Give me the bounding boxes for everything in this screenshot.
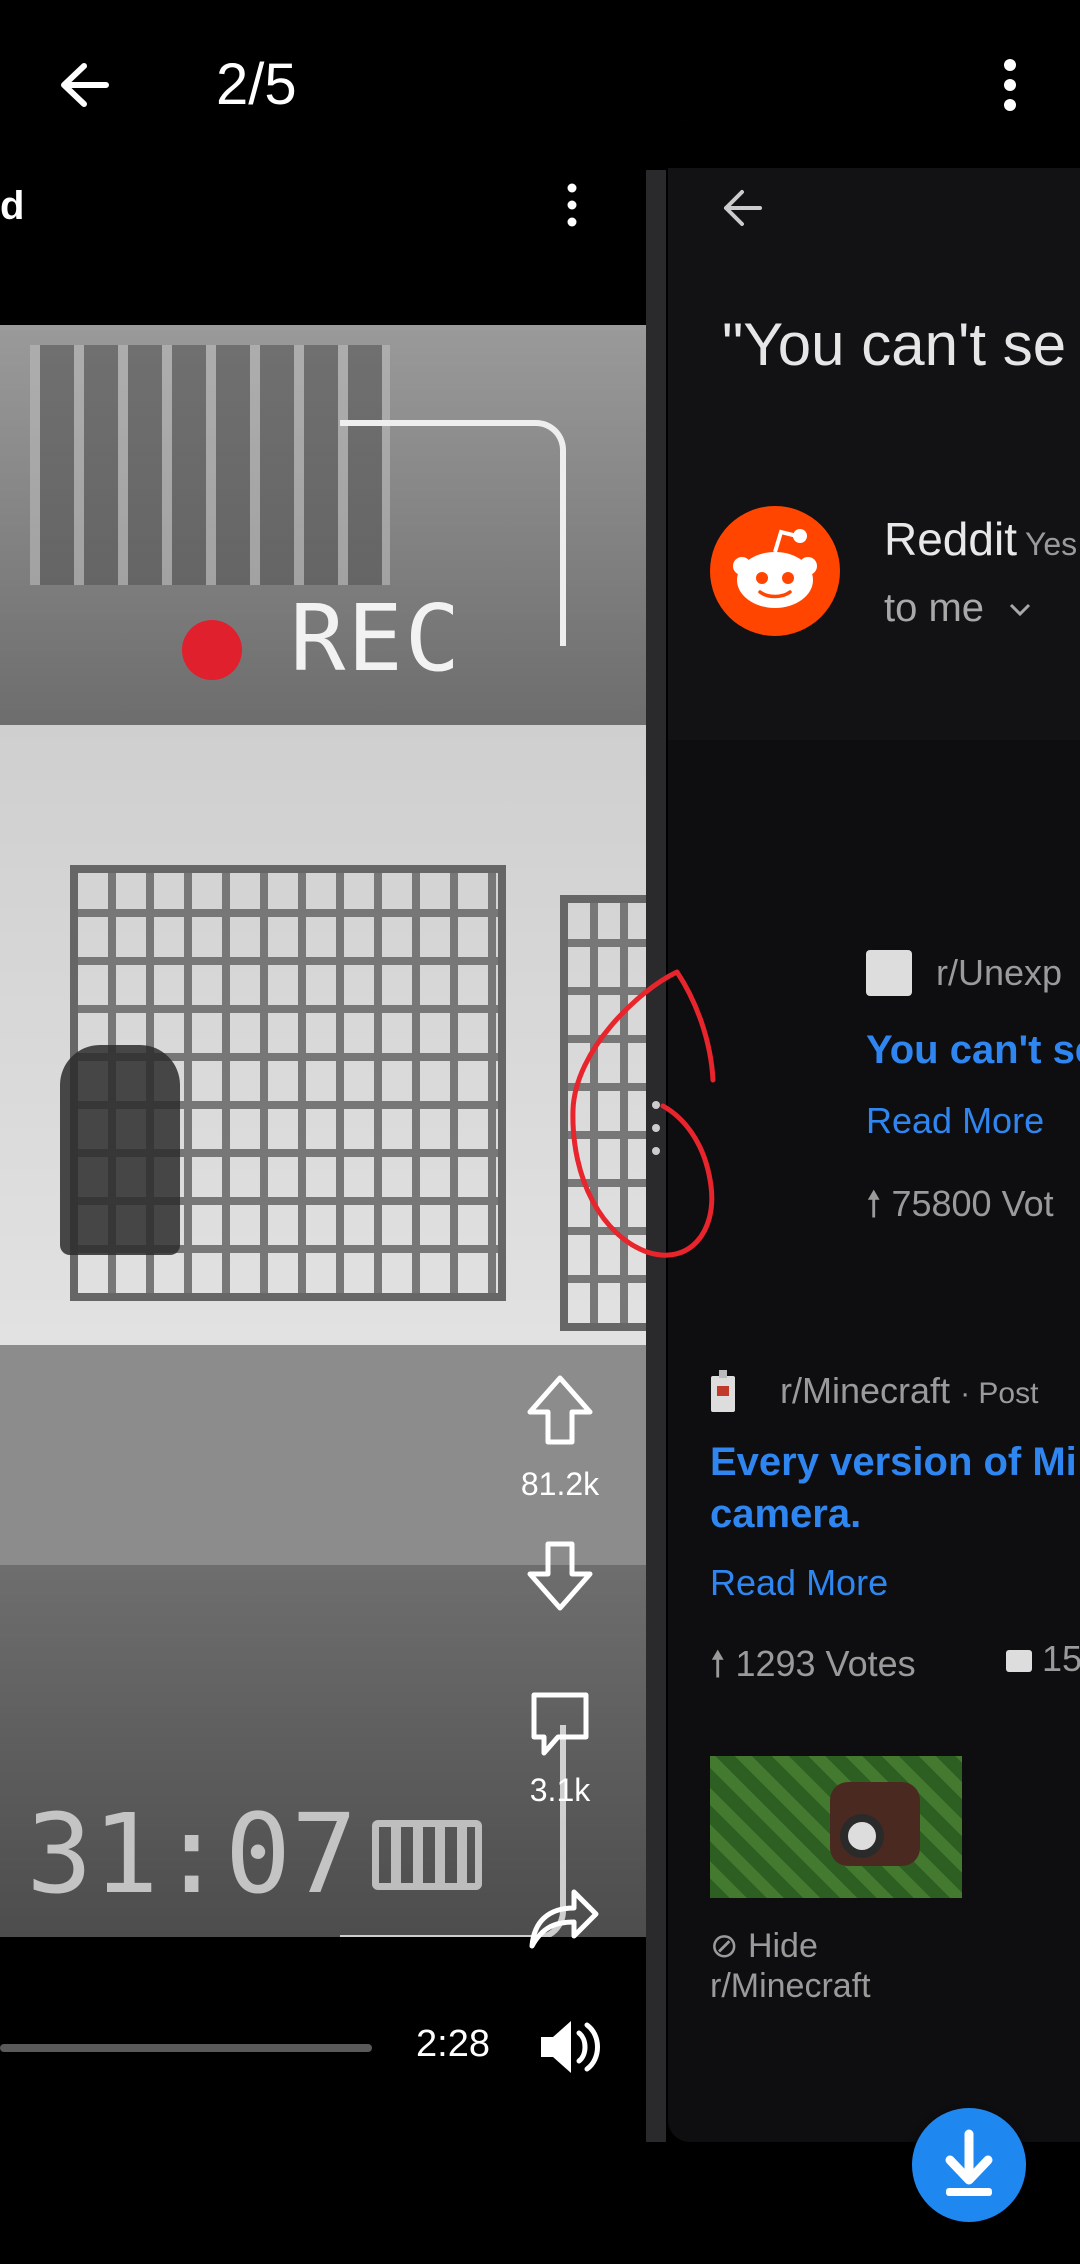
hand-drawn-circle-annotation: [570, 969, 716, 1258]
downvote-icon[interactable]: [500, 1536, 620, 1621]
scene-window-top: [30, 345, 390, 585]
comments-text: 15: [1042, 1638, 1080, 1679]
post-votes: 🠕 75800 Vot: [866, 1178, 1054, 1239]
sender-suffix: Yes: [1024, 526, 1078, 562]
post-votes: 🠕 1293 Votes: [710, 1638, 916, 1699]
rec-indicator-dot: [182, 620, 242, 680]
thumbnail-lens: [840, 1814, 884, 1858]
post-meta: · Post: [960, 1377, 1039, 1410]
sender-name-text: Reddit: [884, 513, 1017, 565]
more-vert-icon[interactable]: [990, 55, 1030, 115]
subreddit-name[interactable]: r/Unexp: [936, 952, 1062, 994]
subreddit-name-text: r/Minecraft: [780, 1370, 951, 1411]
email-panel-top: [668, 120, 1080, 168]
hide-subreddit-text: r/Minecraft: [710, 1967, 871, 2005]
camera-timestamp-overlay: :31:07: [0, 1790, 358, 1918]
comment-icon[interactable]: [500, 1685, 620, 1770]
image-counter: 2/5: [216, 52, 297, 117]
chevron-down-icon: [1010, 604, 1031, 617]
hide-text: Hide: [747, 1927, 818, 1965]
post-thumbnail[interactable]: [710, 1756, 962, 1898]
scene-person: [60, 1045, 180, 1255]
reddit-logo-icon: [710, 506, 840, 636]
share-icon[interactable]: [500, 1880, 620, 1965]
post-title-line: Every version of Mi: [710, 1440, 1077, 1484]
email-subject: "You can't se: [722, 311, 1067, 378]
upvote-count: 81.2k: [520, 1466, 600, 1502]
back-arrow-icon[interactable]: [50, 50, 120, 120]
minecraft-subreddit-icon: [708, 1368, 738, 1416]
post-title-line: camera.: [710, 1492, 862, 1536]
post-more-icon[interactable]: [560, 170, 584, 240]
email-recipient-toggle[interactable]: to me: [884, 586, 1035, 631]
read-more-link[interactable]: Read More: [866, 1100, 1044, 1142]
hide-subreddit-link[interactable]: ⊘ Hide r/Minecraft: [710, 1926, 871, 2006]
post-comments: 15: [1006, 1638, 1080, 1680]
comment-count: 3.1k: [529, 1772, 591, 1808]
video-progress-bar[interactable]: [0, 2044, 372, 2052]
upvote-icon[interactable]: [500, 1370, 620, 1455]
post-title-link[interactable]: You can't se: [866, 1024, 1080, 1076]
volume-icon[interactable]: [535, 2015, 605, 2079]
rec-overlay-text: REC: [290, 585, 463, 692]
subreddit-avatar-icon: [866, 950, 912, 996]
video-duration: 2:28: [416, 2023, 490, 2065]
video-post-panel: d REC :31:07 81.2k 3.1k 2:28: [0, 120, 646, 2142]
read-more-link[interactable]: Read More: [710, 1562, 888, 1604]
comment-small-icon: [1006, 1650, 1032, 1673]
post-title-link[interactable]: Every version of Mi camera.: [710, 1436, 1077, 1540]
email-sender: Reddit Yes: [884, 512, 1077, 566]
votes-text: 1293 Votes: [735, 1643, 916, 1684]
email-back-arrow-icon[interactable]: [716, 182, 768, 234]
battery-overlay-icon: [372, 1820, 482, 1890]
block-icon: ⊘: [710, 1927, 739, 1965]
subreddit-name[interactable]: r/Minecraft · Post: [780, 1370, 1038, 1412]
recipient-text: to me: [884, 586, 985, 630]
post-author-fragment: d: [0, 184, 25, 228]
upvote-small-icon: 🠕: [866, 1183, 882, 1224]
upvote-small-icon: 🠕: [710, 1643, 726, 1684]
download-icon[interactable]: [912, 2108, 1026, 2222]
votes-text: 75800 Vot: [891, 1183, 1054, 1224]
